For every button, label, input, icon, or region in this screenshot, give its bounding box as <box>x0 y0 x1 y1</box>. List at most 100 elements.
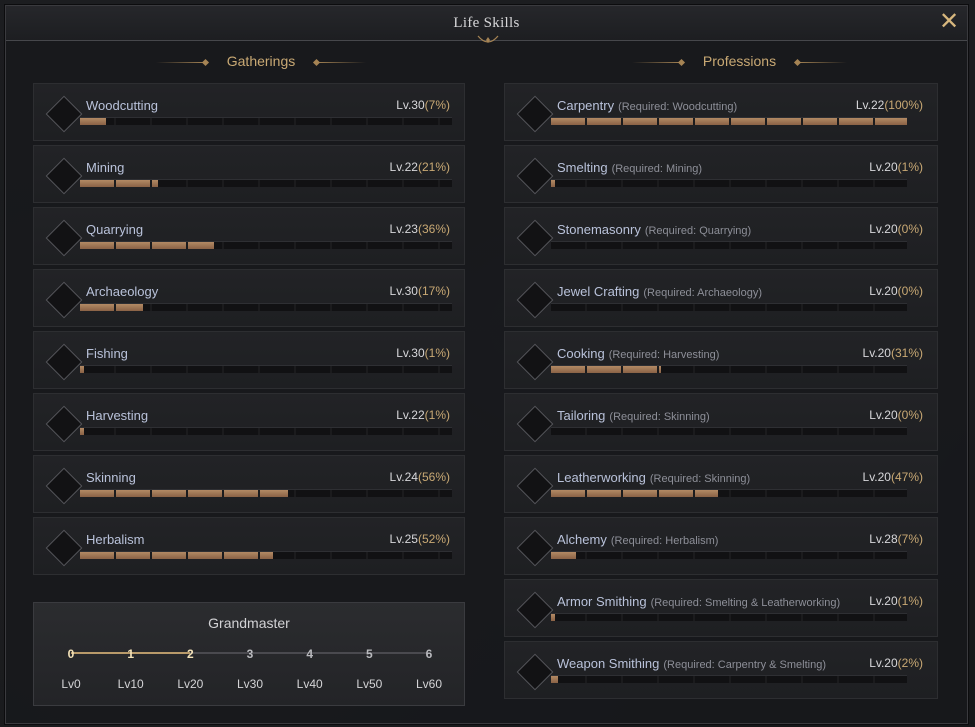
skill-level: Lv.20(0%) <box>869 408 923 422</box>
skill-level: Lv.20(0%) <box>869 222 923 236</box>
skill-icon-frame <box>516 467 554 505</box>
title-bar[interactable]: Life Skills ✕ <box>6 6 967 43</box>
professions-header: Professions <box>632 53 847 73</box>
professions-row-jewel-crafting[interactable]: Jewel Crafting (Required: Archaeology) Lv.… <box>504 269 938 327</box>
skill-icon-frame <box>45 343 83 381</box>
badge-level-label: Lv50 <box>356 677 383 691</box>
skill-icon-frame <box>516 219 554 257</box>
cooking-icon <box>522 349 546 373</box>
gatherings-row-herbalism[interactable]: Herbalism Lv.25(52%) <box>33 517 465 575</box>
header-ornament-left <box>632 62 682 63</box>
skill-name-text: Harvesting <box>86 408 149 423</box>
skill-progress-bar <box>551 675 907 683</box>
skill-level-value: Lv.30 <box>396 346 425 360</box>
skill-progress-segments <box>80 304 452 311</box>
skill-level-percent: (0%) <box>897 222 923 236</box>
skill-progress-segments <box>551 428 907 435</box>
skill-progress-bar <box>80 117 452 125</box>
professions-row-alchemy[interactable]: Alchemy (Required: Herbalism) Lv.28(7%) <box>504 517 938 575</box>
skill-level: Lv.20(47%) <box>863 470 923 484</box>
gatherings-row-woodcutting[interactable]: Woodcutting Lv.30(7%) <box>33 83 465 141</box>
skill-level-percent: (1%) <box>424 408 450 422</box>
skill-requirement: (Required: Herbalism) <box>610 535 719 547</box>
skill-progress-bar <box>551 489 907 497</box>
skill-name: Tailoring (Required: Skinning) <box>557 408 710 423</box>
skill-progress-bar <box>80 427 452 435</box>
gatherings-row-fishing[interactable]: Fishing Lv.30(1%) <box>33 331 465 389</box>
badge-number: 6 <box>425 647 433 661</box>
skill-icon-frame <box>516 405 554 443</box>
gatherings-row-archaeology[interactable]: Archaeology Lv.30(17%) <box>33 269 465 327</box>
skill-level: Lv.22(100%) <box>856 98 923 112</box>
grandmaster-badge-4[interactable]: 4 <box>295 639 325 669</box>
skill-level-value: Lv.25 <box>389 532 418 546</box>
grandmaster-badge-5[interactable]: 5 <box>354 639 384 669</box>
skill-name-text: Skinning <box>86 470 136 485</box>
skill-level-value: Lv.22 <box>389 160 418 174</box>
skill-level: Lv.30(1%) <box>396 346 450 360</box>
skill-icon-frame <box>45 219 83 257</box>
window-title: Life Skills <box>453 15 520 31</box>
grandmaster-badge-3[interactable]: 3 <box>235 639 265 669</box>
skill-requirement: (Required: Archaeology) <box>643 287 762 299</box>
tailoring-icon <box>522 411 546 435</box>
skill-progress-segments <box>80 490 452 497</box>
skill-progress-segments <box>80 118 452 125</box>
skill-level-percent: (56%) <box>417 470 450 484</box>
skill-level-percent: (1%) <box>897 594 923 608</box>
skill-progress-segments <box>80 428 452 435</box>
professions-row-carpentry[interactable]: Carpentry (Required: Woodcutting) Lv.22(10… <box>504 83 938 141</box>
skill-level: Lv.30(7%) <box>396 98 450 112</box>
skill-requirement: (Required: Woodcutting) <box>618 101 738 113</box>
skill-level: Lv.25(52%) <box>390 532 450 546</box>
skill-level-value: Lv.20 <box>862 346 891 360</box>
skill-level-value: Lv.24 <box>389 470 418 484</box>
skill-level-value: Lv.22 <box>855 98 885 112</box>
professions-row-cooking[interactable]: Cooking (Required: Harvesting) Lv.20(31%) <box>504 331 938 389</box>
grandmaster-badge-1[interactable]: 1 <box>116 639 146 669</box>
professions-row-leatherworking[interactable]: Leatherworking (Required: Skinning) Lv.20(… <box>504 455 938 513</box>
skill-progress-segments <box>80 242 452 249</box>
skill-name: Jewel Crafting (Required: Archaeology) <box>557 284 762 299</box>
skill-name: Leatherworking (Required: Skinning) <box>557 470 750 485</box>
skill-progress-segments <box>551 614 907 621</box>
skill-name: Skinning <box>86 470 136 485</box>
skill-level-percent: (0%) <box>897 284 923 298</box>
alchemy-icon <box>522 535 546 559</box>
stonemasonry-icon <box>522 225 546 249</box>
skill-progress-segments <box>80 366 452 373</box>
gatherings-row-harvesting[interactable]: Harvesting Lv.22(1%) <box>33 393 465 451</box>
skill-icon-frame <box>516 157 554 195</box>
skill-level-value: Lv.20 <box>869 408 898 422</box>
woodcutting-icon <box>51 101 75 125</box>
skill-icon-frame <box>516 343 554 381</box>
skill-level: Lv.20(1%) <box>869 594 923 608</box>
badge-level-label: Lv40 <box>296 677 323 691</box>
professions-row-tailoring[interactable]: Tailoring (Required: Skinning) Lv.20(0%) <box>504 393 938 451</box>
gatherings-row-skinning[interactable]: Skinning Lv.24(56%) <box>33 455 465 513</box>
professions-row-weapon-smithing[interactable]: Weapon Smithing (Required: Carpentry & Sm… <box>504 641 938 699</box>
skill-level-percent: (7%) <box>424 98 450 112</box>
harvesting-icon <box>51 411 75 435</box>
gatherings-row-mining[interactable]: Mining Lv.22(21%) <box>33 145 465 203</box>
skill-level-value: Lv.20 <box>862 470 891 484</box>
badge-number: 3 <box>246 647 254 661</box>
skill-level-percent: (1%) <box>424 346 450 360</box>
skill-progress-segments <box>80 552 452 559</box>
grandmaster-badge-2[interactable]: 2 <box>175 639 205 669</box>
skill-progress-bar <box>80 551 452 559</box>
badge-number: 0 <box>67 647 75 661</box>
badge-level-label: Lv0 <box>61 677 81 691</box>
professions-row-armor-smithing[interactable]: Armor Smithing (Required: Smelting & Leat… <box>504 579 938 637</box>
skill-name: Woodcutting <box>86 98 158 113</box>
professions-row-stonemasonry[interactable]: Stonemasonry (Required: Quarrying) Lv.20(0… <box>504 207 938 265</box>
grandmaster-badge-6[interactable]: 6 <box>414 639 444 669</box>
skill-level-value: Lv.20 <box>869 222 898 236</box>
gatherings-row-quarrying[interactable]: Quarrying Lv.23(36%) <box>33 207 465 265</box>
grandmaster-badge-0[interactable]: 0 <box>56 639 86 669</box>
professions-row-smelting[interactable]: Smelting (Required: Mining) Lv.20(1%) <box>504 145 938 203</box>
close-icon[interactable]: ✕ <box>937 10 961 35</box>
skill-level-percent: (31%) <box>890 346 923 360</box>
skill-progress-bar <box>80 241 452 249</box>
skill-progress-bar <box>551 179 907 187</box>
